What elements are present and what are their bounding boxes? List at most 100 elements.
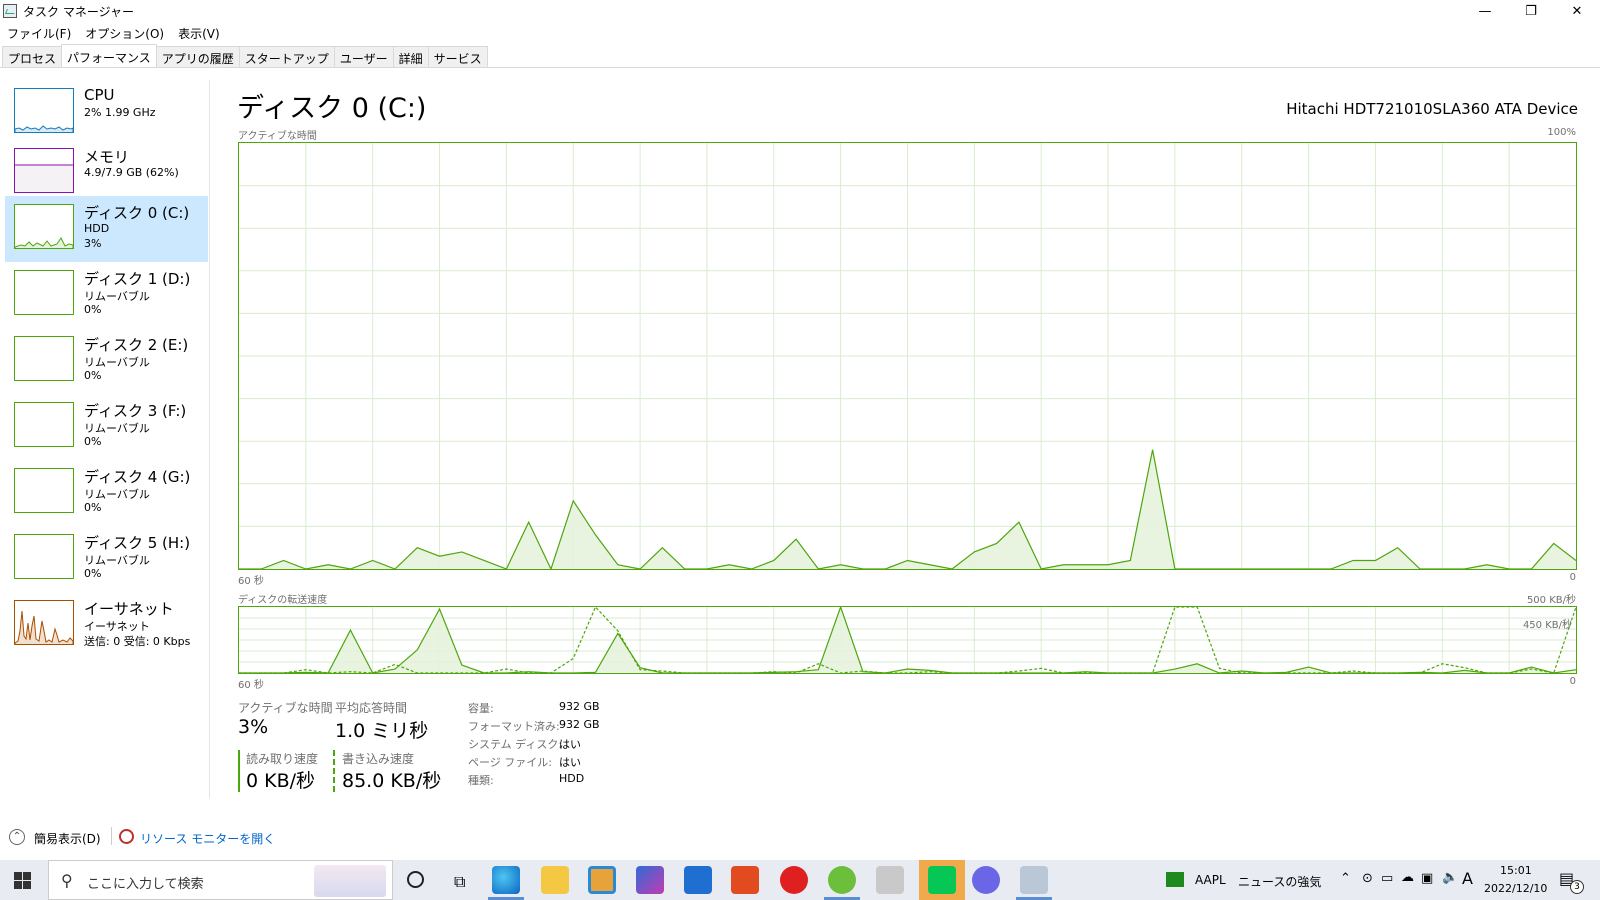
sidebar-item-usage: 0% — [84, 303, 102, 316]
search-icon: ⚲ — [61, 871, 73, 890]
sidebar-item-label: ディスク 4 (G:) — [84, 468, 191, 486]
chevron-up-icon[interactable]: ⌃ — [9, 829, 25, 845]
open-resource-monitor-link[interactable]: リソース モニターを開く — [140, 830, 275, 847]
ethernet-thumbnail-graph — [14, 600, 74, 645]
tab-details[interactable]: 詳細 — [392, 46, 429, 67]
tab-users[interactable]: ユーザー — [333, 46, 394, 67]
sidebar-item-sub: 2% 1.99 GHz — [84, 106, 156, 119]
sidebar-item-label: メモリ — [84, 148, 130, 166]
menu-options[interactable]: オプション(O) — [78, 23, 171, 43]
app-green-icon[interactable] — [828, 866, 856, 894]
sidebar-item-disk-2[interactable]: ディスク 2 (E:) リムーバブル 0% — [5, 328, 208, 394]
task-manager-icon — [3, 4, 17, 18]
sidebar-item-ethernet[interactable]: イーサネット イーサネット 送信: 0 受信: 0 Kbps — [5, 592, 208, 658]
write-speed-marker — [333, 750, 335, 792]
network-icon[interactable]: ▭ — [1381, 871, 1393, 886]
sidebar-item-usage: 3% — [84, 237, 102, 250]
monitor-icon[interactable]: ▣ — [1421, 871, 1433, 886]
sidebar-item-sub: リムーバブル — [84, 356, 150, 369]
line-icon[interactable] — [928, 866, 956, 894]
title-bar: タスク マネージャー — [0, 0, 1600, 22]
store-icon[interactable] — [636, 866, 664, 894]
close-button[interactable]: ✕ — [1554, 0, 1600, 22]
sidebar-item-disk-5[interactable]: ディスク 5 (H:) リムーバブル 0% — [5, 526, 208, 592]
system-disk-value: はい — [559, 738, 581, 751]
stock-ticker[interactable]: AAPL — [1195, 873, 1226, 887]
sidebar-item-usage: 0% — [84, 369, 102, 382]
file-explorer-icon[interactable] — [541, 866, 569, 894]
footer-divider — [111, 827, 112, 845]
volume-icon[interactable]: 🔈 — [1442, 870, 1458, 885]
speaker-app-icon[interactable] — [876, 866, 904, 894]
transfer-graph-inner-label: 450 KB/秒 — [1522, 620, 1572, 631]
active-time-chart — [239, 143, 1577, 571]
clock-time[interactable]: 15:01 — [1500, 864, 1532, 877]
active-time-graph-label: アクティブな時間 — [238, 131, 317, 142]
response-time-label: 平均応答時間 — [335, 701, 408, 715]
chevron-up-tray-icon[interactable]: ⌃ — [1340, 871, 1351, 886]
active-time-graph-right-axis: 0 — [1569, 572, 1576, 583]
onedrive-icon[interactable]: ☁ — [1401, 870, 1414, 885]
sidebar-item-sub: リムーバブル — [84, 488, 150, 501]
sidebar-item-sub: 4.9/7.9 GB (62%) — [84, 166, 179, 179]
fewer-details-button[interactable]: 簡易表示(D) — [34, 830, 101, 847]
active-time-graph-max: 100% — [1547, 127, 1576, 138]
search-placeholder: ここに入力して検索 — [87, 877, 204, 892]
memory-thumbnail-graph — [14, 148, 74, 193]
sidebar-item-throughput: 送信: 0 受信: 0 Kbps — [84, 635, 191, 648]
webcam-icon[interactable]: ⊙ — [1362, 871, 1373, 886]
sidebar-item-sub: イーサネット — [84, 620, 150, 633]
sidebar-item-label: ディスク 3 (F:) — [84, 402, 187, 420]
disk-2-thumbnail-graph — [14, 336, 74, 381]
transfer-graph-max: 500 KB/秒 — [1526, 595, 1576, 606]
mail-icon[interactable] — [684, 866, 712, 894]
page-file-value: はい — [559, 756, 581, 769]
sidebar-item-label: ディスク 2 (E:) — [84, 336, 189, 354]
formatted-value: 932 GB — [559, 718, 600, 731]
active-time-graph — [238, 142, 1577, 571]
active-time-label: アクティブな時間 — [238, 701, 333, 715]
menu-view[interactable]: 表示(V) — [171, 23, 227, 43]
menu-file[interactable]: ファイル(F) — [0, 23, 78, 43]
task-manager-taskbar-icon[interactable] — [1020, 866, 1048, 894]
footer-bar: ⌃ 簡易表示(D) リソース モニターを開く — [0, 820, 1600, 850]
read-speed-label: 読み取り速度 — [246, 752, 319, 766]
clock-date[interactable]: 2022/12/10 — [1484, 882, 1547, 895]
tab-processes[interactable]: プロセス — [2, 46, 63, 67]
sidebar-item-disk-4[interactable]: ディスク 4 (G:) リムーバブル 0% — [5, 460, 208, 526]
sidebar-item-usage: 0% — [84, 435, 102, 448]
sidebar-item-label: CPU — [84, 86, 115, 104]
response-time-value: 1.0 ミリ秒 — [335, 720, 429, 742]
cortana-icon[interactable] — [407, 871, 424, 888]
discord-icon[interactable] — [972, 866, 1000, 894]
stock-chart-icon — [1166, 872, 1184, 887]
sidebar-item-disk-0[interactable]: ディスク 0 (C:) HDD 3% — [5, 196, 208, 262]
task-view-icon[interactable]: ⧉ — [454, 872, 465, 892]
office-icon[interactable] — [731, 866, 759, 894]
type-value: HDD — [559, 772, 585, 785]
taskbar-search-box[interactable]: ⚲ ここに入力して検索 — [48, 860, 393, 900]
restore-button[interactable]: ❐ — [1508, 0, 1554, 22]
cpu-thumbnail-graph — [14, 88, 74, 133]
transfer-graph-label: ディスクの転送速度 — [238, 595, 328, 606]
tab-app-history[interactable]: アプリの履歴 — [155, 46, 240, 67]
windows-start-icon[interactable] — [14, 872, 31, 889]
edge-icon[interactable] — [492, 866, 520, 894]
tab-services[interactable]: サービス — [427, 46, 488, 67]
sidebar-item-disk-1[interactable]: ディスク 1 (D:) リムーバブル 0% — [5, 262, 208, 328]
tab-startup[interactable]: スタートアップ — [238, 46, 335, 67]
tab-performance[interactable]: パフォーマンス — [61, 44, 157, 66]
media-player-icon[interactable] — [588, 866, 616, 894]
taskbar: ⚲ ここに入力して検索 ⧉ AAPL ニュースの強気 ⌃ ⊙ ▭ ☁ ▣ 🔈 A… — [0, 860, 1600, 900]
sidebar-item-label: イーサネット — [84, 600, 174, 618]
news-headline[interactable]: ニュースの強気 — [1238, 873, 1321, 890]
app-red-icon[interactable] — [780, 866, 808, 894]
minimize-button[interactable]: — — [1462, 0, 1508, 22]
write-speed-label: 書き込み速度 — [342, 752, 415, 766]
sidebar-item-cpu[interactable]: CPU 2% 1.99 GHz — [5, 80, 208, 146]
active-time-value: 3% — [238, 716, 269, 738]
disk-4-thumbnail-graph — [14, 468, 74, 513]
ime-indicator[interactable]: A — [1462, 869, 1473, 888]
sidebar-item-disk-3[interactable]: ディスク 3 (F:) リムーバブル 0% — [5, 394, 208, 460]
capacity-label: 容量: — [468, 702, 494, 715]
